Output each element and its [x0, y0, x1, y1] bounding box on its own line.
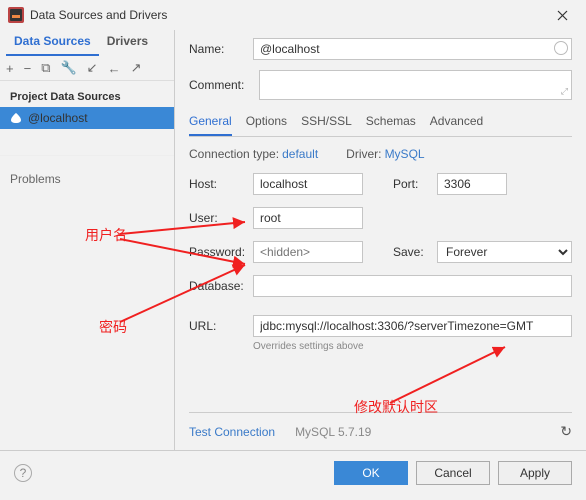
- host-input[interactable]: [253, 173, 363, 195]
- driver-label: Driver:: [346, 147, 381, 161]
- url-override-note: Overrides settings above: [253, 341, 572, 352]
- tab-schemas[interactable]: Schemas: [366, 110, 416, 136]
- dialog-footer: ? OK Cancel Apply: [0, 450, 586, 494]
- driver-version: MySQL 5.7.19: [295, 425, 371, 439]
- user-input[interactable]: [253, 207, 363, 229]
- name-label: Name:: [189, 42, 253, 56]
- url-input[interactable]: [253, 315, 572, 337]
- close-button[interactable]: [546, 3, 578, 27]
- tree-item-localhost[interactable]: @localhost: [0, 107, 174, 129]
- url-label: URL:: [189, 319, 253, 333]
- undo-icon[interactable]: ↙: [87, 60, 98, 76]
- tab-advanced[interactable]: Advanced: [430, 110, 483, 136]
- ok-button[interactable]: OK: [334, 461, 408, 485]
- remove-icon[interactable]: −: [24, 61, 32, 76]
- add-icon[interactable]: +: [6, 61, 14, 76]
- save-label: Save:: [393, 245, 437, 259]
- password-input[interactable]: [253, 241, 363, 263]
- tab-options[interactable]: Options: [246, 110, 287, 136]
- comment-label: Comment:: [189, 78, 259, 92]
- tab-data-sources[interactable]: Data Sources: [6, 30, 99, 56]
- refresh-icon[interactable]: ↻: [560, 423, 572, 440]
- problems-section[interactable]: Problems: [0, 155, 174, 450]
- app-icon: [8, 7, 24, 23]
- datasource-icon: [10, 112, 22, 124]
- driver-link[interactable]: MySQL: [385, 147, 425, 161]
- reset-icon[interactable]: ↗: [131, 60, 142, 76]
- conn-type-label: Connection type:: [189, 147, 279, 161]
- database-label: Database:: [189, 279, 253, 293]
- host-label: Host:: [189, 177, 253, 191]
- database-input[interactable]: [253, 275, 572, 297]
- test-connection-link[interactable]: Test Connection: [189, 425, 275, 439]
- titlebar: Data Sources and Drivers: [0, 0, 586, 30]
- expand-icon[interactable]: ⤢: [561, 86, 568, 97]
- comment-input[interactable]: ⤢: [259, 70, 572, 100]
- password-label: Password:: [189, 245, 253, 259]
- wrench-icon[interactable]: 🔧: [60, 60, 76, 76]
- collapse-icon[interactable]: ←: [108, 61, 121, 76]
- user-label: User:: [189, 211, 253, 225]
- content-panel: Name: Comment: ⤢ General Options SSH/SSL…: [175, 30, 586, 450]
- name-input[interactable]: [253, 38, 572, 60]
- tree-section-header: Project Data Sources: [0, 87, 174, 107]
- tab-sshssl[interactable]: SSH/SSL: [301, 110, 352, 136]
- tree-item-label: @localhost: [28, 111, 88, 125]
- tab-general[interactable]: General: [189, 110, 232, 136]
- detail-tabs: General Options SSH/SSL Schemas Advanced: [189, 110, 572, 137]
- save-select[interactable]: Forever: [437, 241, 572, 263]
- port-label: Port:: [393, 177, 437, 191]
- window-title: Data Sources and Drivers: [30, 8, 546, 22]
- sidebar-toolbar: + − ⧉ 🔧 ↙ ← ↗: [0, 56, 174, 81]
- port-input[interactable]: [437, 173, 507, 195]
- conn-type-link[interactable]: default: [282, 147, 318, 161]
- sidebar: Data Sources Drivers + − ⧉ 🔧 ↙ ← ↗ Proje…: [0, 30, 175, 450]
- tab-drivers[interactable]: Drivers: [99, 30, 156, 56]
- apply-button[interactable]: Apply: [498, 461, 572, 485]
- help-button[interactable]: ?: [14, 464, 32, 482]
- copy-icon[interactable]: ⧉: [41, 60, 50, 76]
- color-badge-icon[interactable]: [554, 41, 568, 55]
- cancel-button[interactable]: Cancel: [416, 461, 490, 485]
